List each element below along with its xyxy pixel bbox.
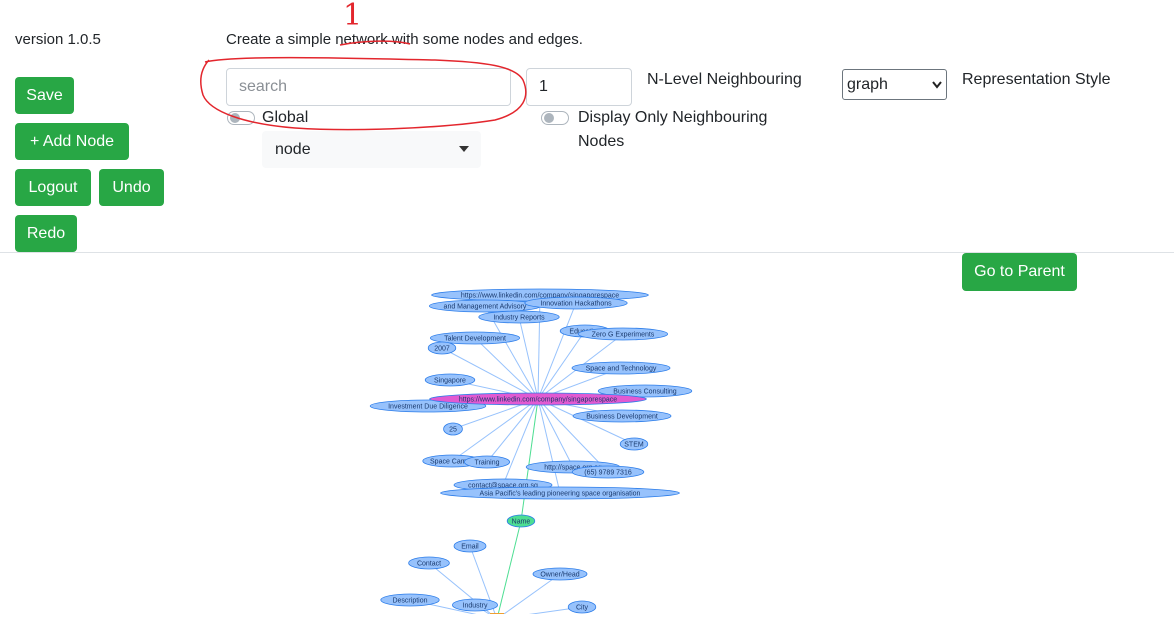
graph-node-label: Email <box>461 544 479 551</box>
node-type-value: node <box>275 140 311 158</box>
graph-node-label: Industry <box>463 603 488 610</box>
graph-node-label: 25 <box>449 427 457 434</box>
neighbour-label-line1: Display Only Neighbouring <box>578 109 768 126</box>
version-label: version 1.0.5 <box>15 31 101 48</box>
graph-node-label: Owner/Head <box>540 572 579 579</box>
graph-node-label: Industry Reports <box>493 315 545 322</box>
node-type-select[interactable]: node <box>262 131 481 168</box>
graph-edge <box>537 398 561 494</box>
graph-node-label: Space and Technology <box>586 366 657 373</box>
neighbour-toggle[interactable] <box>541 111 569 125</box>
logout-button[interactable]: Logout <box>15 169 91 206</box>
graph-node-label: Asia Pacific's leading pioneering space … <box>480 491 641 498</box>
add-node-button[interactable]: + Add Node <box>15 123 129 160</box>
annotation-circle <box>200 40 527 131</box>
save-button[interactable]: Save <box>15 77 74 114</box>
graph-node-label: Innovation Hackathons <box>540 301 612 308</box>
graph-edge <box>537 398 574 468</box>
go-to-parent-button[interactable]: Go to Parent <box>962 253 1077 291</box>
n-level-label: N-Level Neighbouring <box>647 71 802 88</box>
graph-node-label: City <box>576 605 589 612</box>
level-value: 1 <box>539 78 548 95</box>
chevron-down-icon <box>932 81 942 89</box>
graph-node-label: Business Development <box>586 414 658 421</box>
neighbour-label-line2: Nodes <box>578 133 625 150</box>
graph-edge <box>518 316 539 400</box>
graph-hub-node-label: https://www.linkedin.com/company/singapo… <box>459 397 617 404</box>
graph-node-label: and Management Advisory <box>444 304 527 311</box>
graph-node-label: Business Consulting <box>613 389 677 396</box>
network-graph[interactable]: https://www.linkedin.com/company/singapo… <box>0 253 1174 619</box>
graph-edge <box>496 520 522 619</box>
graph-name-node-label: Name <box>512 519 531 526</box>
representation-select[interactable]: graph <box>842 69 947 100</box>
graph-node-label: Contact <box>417 561 441 568</box>
undo-button[interactable]: Undo <box>99 169 164 206</box>
graph-node-label: 2007 <box>434 346 450 353</box>
representation-value: graph <box>847 75 888 93</box>
graph-node-label: Talent Development <box>444 336 506 343</box>
graph-node-label: Zero G Experiments <box>592 332 655 339</box>
caret-down-icon <box>459 146 469 152</box>
graph-edge <box>537 294 541 400</box>
graph-node-label: Singapore <box>434 378 466 385</box>
level-input[interactable]: 1 <box>526 68 632 106</box>
graph-node-label: Description <box>392 598 427 605</box>
annotation-number: 1 <box>343 0 363 33</box>
graph-canvas[interactable]: https://www.linkedin.com/company/singapo… <box>0 253 1174 619</box>
graph-node-label: Training <box>474 460 499 467</box>
graph-node-label: STEM <box>624 442 644 449</box>
graph-node-label: (65) 9789 7316 <box>584 470 632 477</box>
redo-button[interactable]: Redo <box>15 215 77 252</box>
graph-edge <box>474 337 539 400</box>
graph-node-label: Investment Due Diligence <box>388 404 468 411</box>
representation-label: Representation Style <box>962 71 1111 88</box>
